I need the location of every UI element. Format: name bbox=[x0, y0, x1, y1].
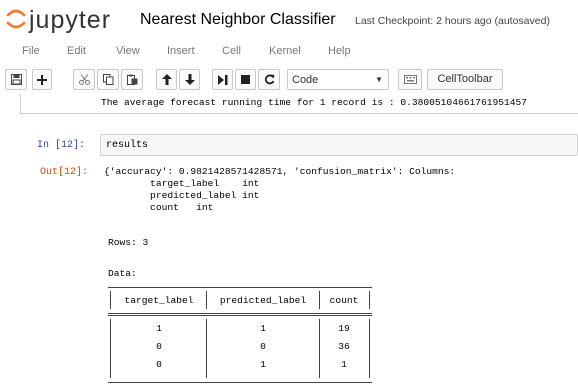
table-header-divider bbox=[108, 313, 372, 314]
stop-icon bbox=[241, 75, 250, 84]
menu-insert[interactable]: Insert bbox=[167, 43, 195, 59]
menu-edit[interactable]: Edit bbox=[67, 43, 86, 59]
menubar: File Edit View Insert Cell Kernel Help bbox=[0, 40, 578, 64]
table-cell: 0 bbox=[260, 341, 266, 352]
table-cell: 0 bbox=[156, 341, 162, 352]
jupyter-logo-icon bbox=[6, 9, 26, 29]
cell-type-select[interactable]: Code ▼ bbox=[287, 69, 389, 90]
add-cell-icon bbox=[37, 74, 47, 85]
input-prompt: In [12]: bbox=[37, 140, 86, 151]
copy-button[interactable] bbox=[97, 69, 119, 90]
table-cell: 1 bbox=[260, 359, 266, 370]
logo-text: jupyter bbox=[29, 6, 112, 34]
save-icon bbox=[10, 74, 22, 85]
data-line: Data: bbox=[108, 268, 137, 279]
save-button[interactable] bbox=[5, 69, 27, 90]
notebook-container: The average forecast running time for 1 … bbox=[0, 94, 578, 385]
cut-button[interactable] bbox=[73, 69, 95, 90]
menu-kernel[interactable]: Kernel bbox=[269, 43, 301, 59]
output-line: {'accuracy': 0.9821428571428571, 'confus… bbox=[104, 166, 456, 177]
output-line: predicted_label int bbox=[104, 190, 260, 201]
previous-output-text: The average forecast running time for 1 … bbox=[101, 97, 528, 108]
table-header-predicted-label: predicted_label bbox=[219, 295, 307, 306]
checkpoint-status: Last Checkpoint: 2 hours ago (autosaved) bbox=[355, 15, 550, 27]
table-header-target-label: target_label bbox=[124, 295, 194, 306]
restart-icon bbox=[264, 74, 274, 85]
table-cell: 1 bbox=[156, 323, 162, 334]
table-cell: 1 bbox=[260, 323, 266, 334]
output-prompt: Out[12]: bbox=[40, 167, 89, 178]
cut-icon bbox=[78, 74, 90, 85]
menu-cell[interactable]: Cell bbox=[222, 43, 241, 59]
move-up-icon bbox=[161, 74, 172, 85]
paste-icon bbox=[126, 74, 137, 85]
menu-view[interactable]: View bbox=[116, 43, 140, 59]
jupyter-logo[interactable]: jupyter bbox=[6, 5, 124, 35]
toolbar: Code ▼ CellToolbar bbox=[0, 68, 578, 94]
table-header-count: count bbox=[329, 295, 359, 306]
copy-icon bbox=[102, 74, 113, 85]
previous-cell-output: The average forecast running time for 1 … bbox=[20, 94, 578, 114]
menu-file[interactable]: File bbox=[22, 43, 40, 59]
chevron-down-icon: ▼ bbox=[375, 75, 383, 84]
restart-button[interactable] bbox=[258, 69, 280, 90]
run-button[interactable] bbox=[212, 69, 233, 90]
table-border-left bbox=[110, 291, 111, 309]
results-table: target_label predicted_label count 1 1 1… bbox=[108, 285, 372, 385]
table-column-divider bbox=[206, 319, 207, 378]
move-down-icon bbox=[184, 74, 195, 85]
stop-button[interactable] bbox=[235, 69, 256, 90]
table-border-right bbox=[369, 291, 370, 309]
celltoolbar-button[interactable]: CellToolbar bbox=[427, 69, 503, 90]
move-up-button[interactable] bbox=[156, 69, 177, 90]
header: jupyter Nearest Neighbor Classifier Last… bbox=[0, 0, 578, 38]
rows-line: Rows: 3 bbox=[108, 237, 149, 248]
table-border-right bbox=[369, 319, 370, 378]
add-cell-button[interactable] bbox=[32, 69, 52, 90]
table-cell: 19 bbox=[338, 323, 350, 334]
table-column-divider bbox=[319, 319, 320, 378]
keyboard-icon bbox=[403, 75, 417, 84]
table-border-bottom bbox=[108, 382, 372, 383]
input-code[interactable]: results bbox=[106, 139, 148, 152]
table-column-divider bbox=[206, 291, 207, 309]
run-icon bbox=[217, 74, 227, 85]
table-column-divider bbox=[319, 291, 320, 309]
table-border-left bbox=[110, 319, 111, 378]
cell-type-value: Code bbox=[292, 74, 319, 86]
output-line: target_label int bbox=[104, 178, 260, 189]
move-down-button[interactable] bbox=[179, 69, 200, 90]
paste-button[interactable] bbox=[121, 69, 143, 90]
table-cell: 36 bbox=[338, 341, 350, 352]
table-cell: 0 bbox=[156, 359, 162, 370]
menu-help[interactable]: Help bbox=[328, 43, 351, 59]
table-header-divider bbox=[108, 315, 372, 316]
notebook-name[interactable]: Nearest Neighbor Classifier bbox=[140, 10, 336, 30]
output-line: count int bbox=[104, 202, 214, 213]
keyboard-button[interactable] bbox=[398, 69, 422, 90]
table-cell: 1 bbox=[341, 359, 347, 370]
code-input-area[interactable]: results bbox=[100, 134, 578, 156]
table-border-top bbox=[108, 287, 372, 288]
